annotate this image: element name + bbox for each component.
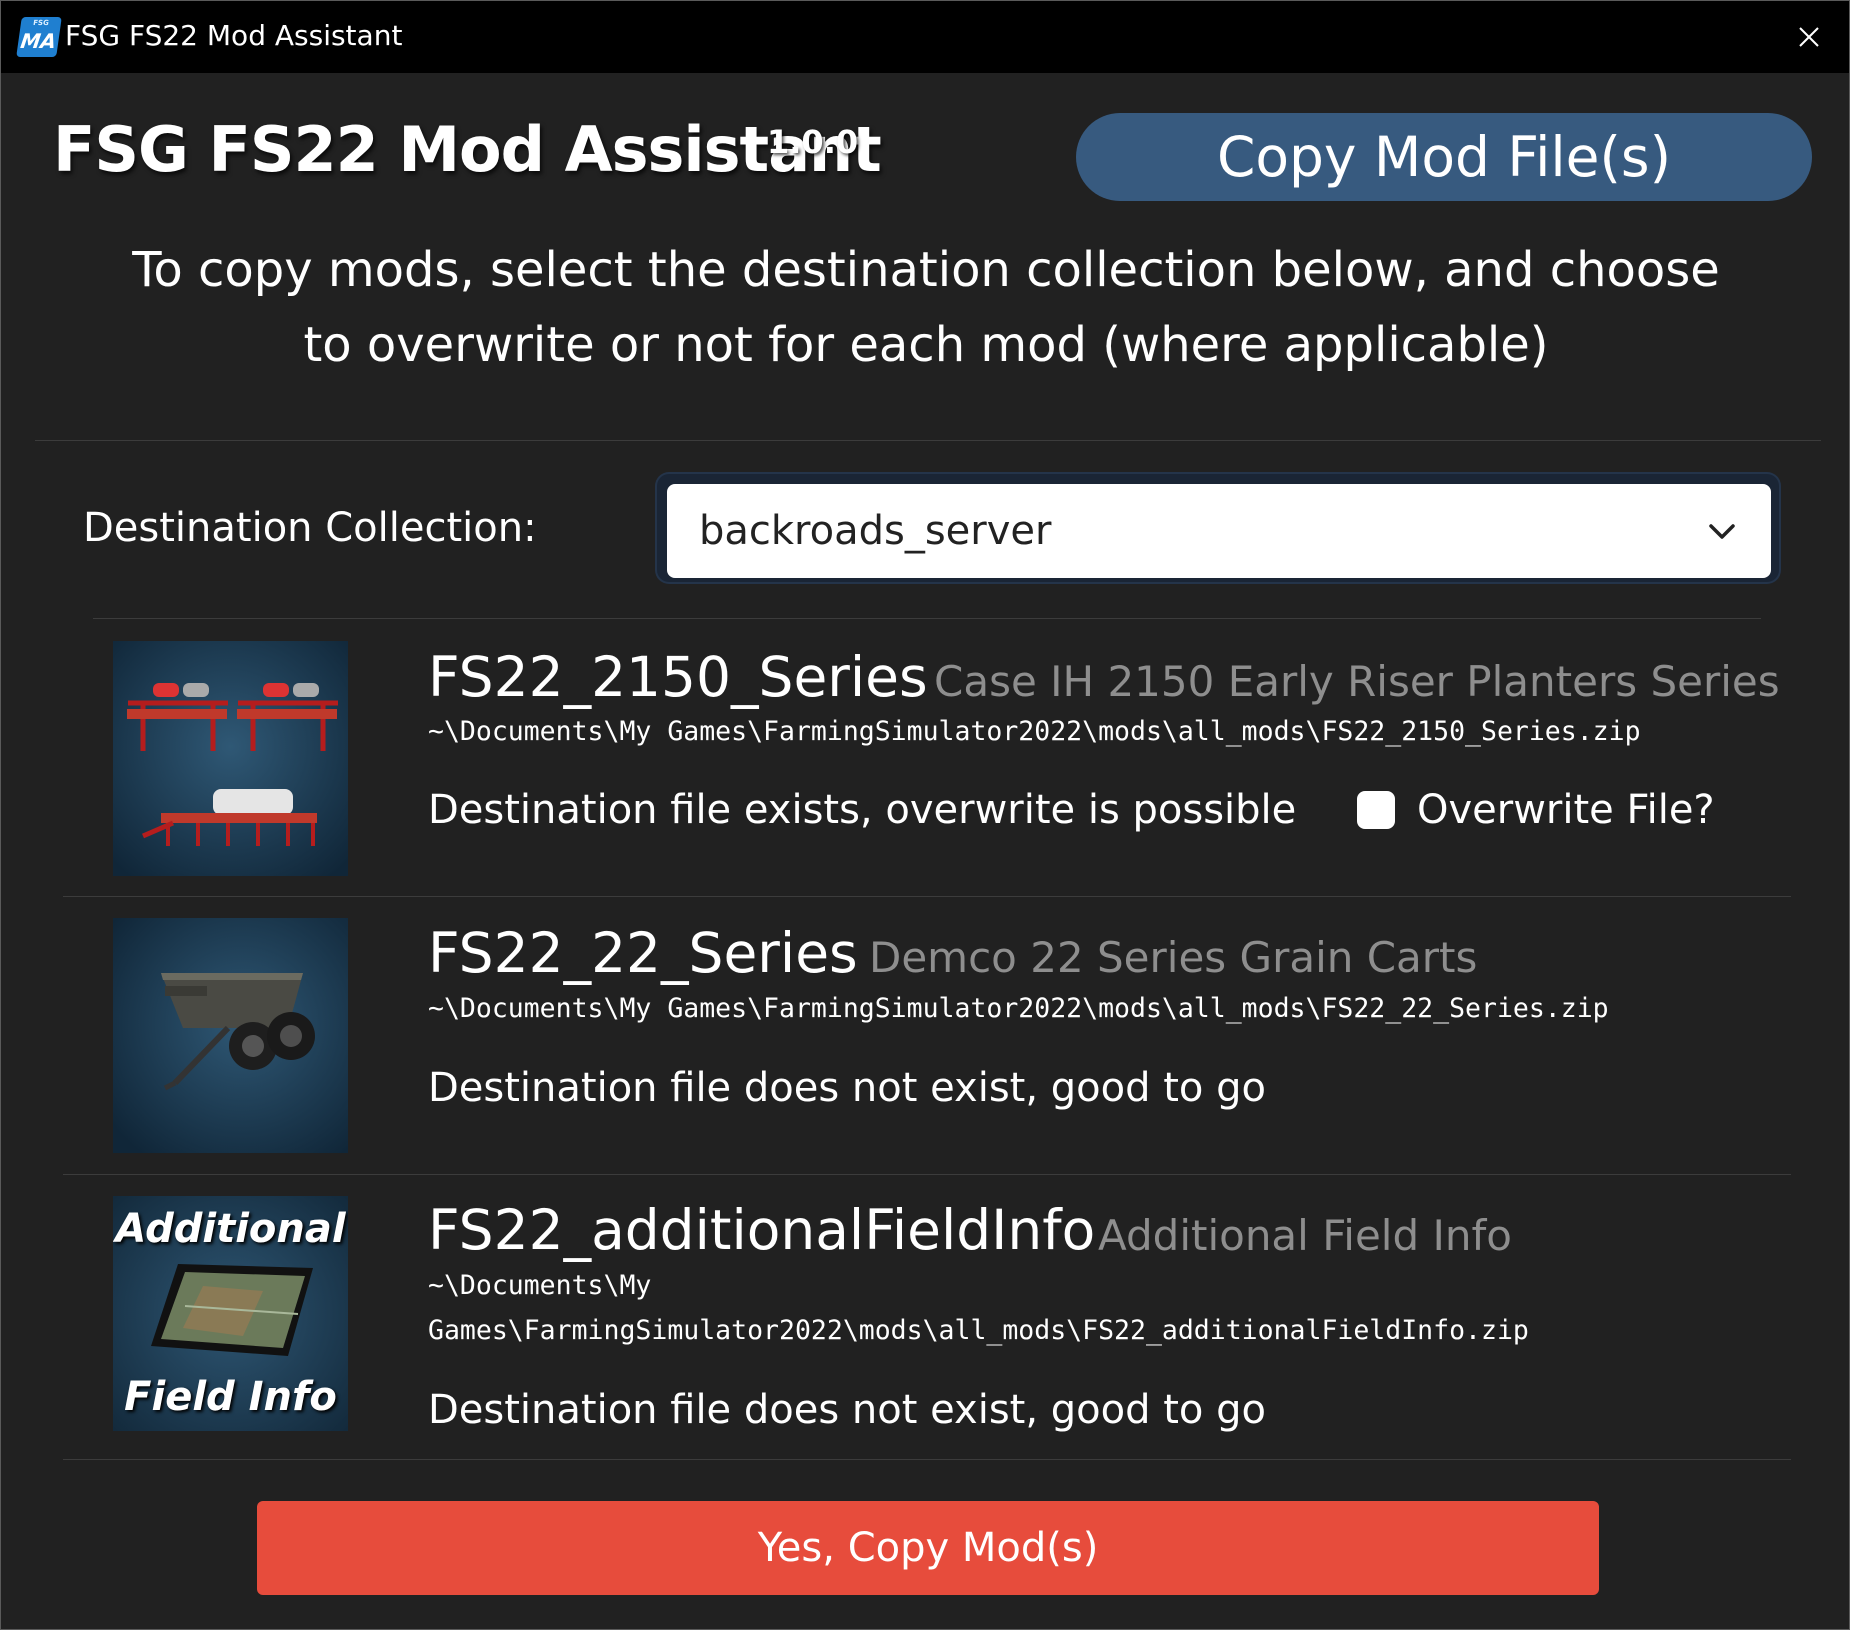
mod-status: Destination file does not exist, good to… [428, 1387, 1266, 1433]
mod-title: Demco 22 Series Grain Carts [869, 933, 1478, 982]
yes-copy-mods-button[interactable]: Yes, Copy Mod(s) [257, 1501, 1599, 1595]
window-title: FSG FS22 Mod Assistant [65, 19, 403, 52]
mod-name: FS22_2150_Series [428, 645, 928, 709]
mod-path-line-2: Games\FarmingSimulator2022\mods\all_mods… [428, 1315, 1529, 1346]
destination-collection-label: Destination Collection: [83, 505, 537, 551]
copy-mod-files-button[interactable]: Copy Mod File(s) [1076, 113, 1812, 201]
app-logo-small-text: FSG [32, 19, 50, 27]
mod-name: FS22_22_Series [428, 921, 858, 985]
close-button[interactable] [1787, 15, 1831, 59]
mod-thumbnail-field-info: Additional Field Info [113, 1196, 348, 1431]
thumbnail-text-bottom: Field Info [124, 1374, 337, 1420]
header-divider [35, 440, 1821, 441]
list-bottom-divider [63, 1459, 1791, 1460]
mod-status: Destination file exists, overwrite is po… [428, 787, 1297, 833]
overwrite-file-label[interactable]: Overwrite File? [1417, 787, 1715, 833]
app-logo-icon: FSG MA [16, 17, 62, 57]
mod-status: Destination file does not exist, good to… [428, 1065, 1266, 1111]
list-top-divider [93, 618, 1761, 619]
chevron-down-icon [1709, 524, 1735, 539]
thumbnail-text-top: Additional [115, 1206, 346, 1252]
mod-thumbnail-planter [113, 641, 348, 876]
app-logo-main-text: MA [19, 29, 58, 53]
mod-assistant-window: FSG MA FSG FS22 Mod Assistant FSG FS22 M… [0, 0, 1850, 1630]
title-bar: FSG MA FSG FS22 Mod Assistant [1, 1, 1849, 73]
mod-path: ~\Documents\My Games\FarmingSimulator202… [428, 716, 1641, 747]
mod-name: FS22_additionalFieldInfo [428, 1198, 1096, 1262]
mod-thumbnail-grain-cart [113, 918, 348, 1153]
mod-title: Additional Field Info [1098, 1211, 1512, 1260]
close-icon [1799, 27, 1819, 47]
list-divider [63, 896, 1791, 897]
page-title: FSG FS22 Mod Assistant [53, 113, 882, 186]
mod-path-line-1: ~\Documents\My [428, 1270, 652, 1301]
overwrite-file-checkbox[interactable] [1357, 791, 1395, 829]
mod-path: ~\Documents\My Games\FarmingSimulator202… [428, 993, 1609, 1024]
destination-collection-select[interactable]: backroads_server [667, 484, 1771, 578]
destination-selected-value: backroads_server [699, 508, 1052, 554]
version-badge: 1.0.0 [767, 123, 859, 161]
mod-title: Case IH 2150 Early Riser Planters Series [934, 657, 1780, 706]
instructions-text: To copy mods, select the destination col… [132, 242, 1720, 373]
list-divider [63, 1174, 1791, 1175]
